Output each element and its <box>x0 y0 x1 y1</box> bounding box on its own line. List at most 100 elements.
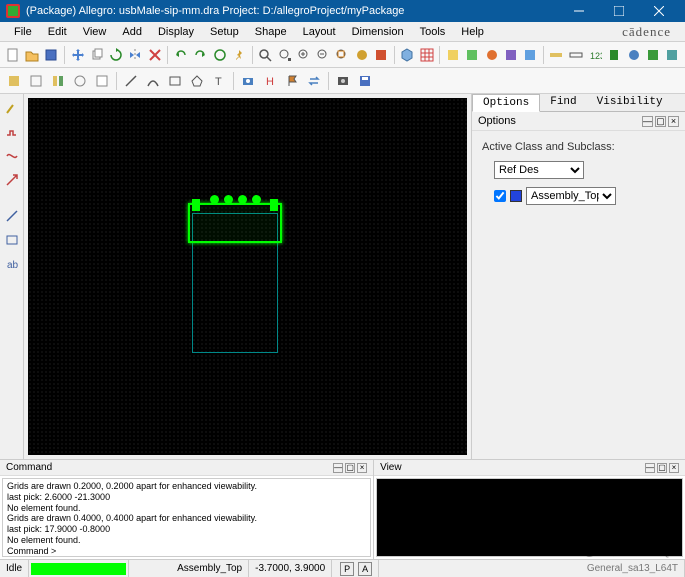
active-class-label: Active Class and Subclass: <box>482 141 675 153</box>
slide-icon[interactable] <box>2 146 22 166</box>
right-panel: Options Find Visibility Options — ▢ × Ac… <box>471 94 685 459</box>
prop-icon[interactable] <box>92 71 112 91</box>
subclass-select[interactable]: Assembly_Top <box>526 187 616 205</box>
menu-setup[interactable]: Setup <box>202 24 247 40</box>
pad-icon[interactable] <box>606 45 623 65</box>
arc-icon[interactable] <box>143 71 163 91</box>
mirror-icon[interactable] <box>127 45 144 65</box>
copy-icon[interactable] <box>88 45 105 65</box>
minimize-button[interactable] <box>559 0 599 22</box>
view-close-icon[interactable]: × <box>669 463 679 473</box>
tab-options[interactable]: Options <box>472 94 540 112</box>
swap-icon[interactable] <box>304 71 324 91</box>
pin-icon[interactable] <box>230 45 247 65</box>
pick-a-button[interactable]: A <box>358 562 372 576</box>
zoom-window-icon[interactable] <box>334 45 351 65</box>
addline-icon[interactable] <box>2 98 22 118</box>
save-icon[interactable] <box>43 45 60 65</box>
maximize-button[interactable] <box>599 0 639 22</box>
constraints-icon[interactable] <box>444 45 461 65</box>
menu-dimension[interactable]: Dimension <box>344 24 412 40</box>
redo-icon[interactable] <box>192 45 209 65</box>
rotate-icon[interactable] <box>108 45 125 65</box>
view-minimize-icon[interactable]: — <box>645 463 655 473</box>
zoom-in-icon[interactable] <box>295 45 312 65</box>
camera-icon[interactable] <box>238 71 258 91</box>
zoom-out-icon[interactable] <box>315 45 332 65</box>
new-file-icon[interactable] <box>4 45 21 65</box>
photo-icon[interactable] <box>333 71 353 91</box>
snap-icon[interactable] <box>4 71 24 91</box>
arrow-icon[interactable] <box>2 170 22 190</box>
command-log[interactable]: Grids are drawn 0.2000, 0.2000 apart for… <box>2 478 371 557</box>
subclass-visible-checkbox[interactable] <box>494 190 506 202</box>
right-tabs: Options Find Visibility <box>472 94 685 112</box>
tab-find[interactable]: Find <box>540 94 586 111</box>
line-icon[interactable] <box>121 71 141 91</box>
menu-view[interactable]: View <box>75 24 115 40</box>
tab-visibility[interactable]: Visibility <box>587 94 673 111</box>
nets-icon[interactable] <box>464 45 481 65</box>
cmd-close-icon[interactable]: × <box>357 463 367 473</box>
refresh-icon[interactable] <box>211 45 228 65</box>
select-icon[interactable] <box>664 45 681 65</box>
via-icon[interactable]: 123 <box>586 45 603 65</box>
world-view[interactable] <box>376 478 683 557</box>
toolbar-2: T H <box>0 68 685 94</box>
pan-icon[interactable] <box>353 45 370 65</box>
drc-icon[interactable] <box>502 45 519 65</box>
class-select[interactable]: Ref Des <box>494 161 584 179</box>
grid-icon[interactable] <box>418 45 435 65</box>
move-icon[interactable] <box>69 45 86 65</box>
search-icon[interactable] <box>257 45 274 65</box>
rect-icon[interactable] <box>165 71 185 91</box>
addconnect-icon[interactable] <box>2 122 22 142</box>
panel-dock-icon[interactable]: ▢ <box>655 116 666 127</box>
stackup-icon[interactable] <box>625 45 642 65</box>
h-icon[interactable]: H <box>260 71 280 91</box>
cmd-dock-icon[interactable]: ▢ <box>345 463 355 473</box>
text-icon[interactable]: T <box>209 71 229 91</box>
design-canvas[interactable] <box>28 98 467 455</box>
recttool-icon[interactable] <box>2 230 22 250</box>
menu-shape[interactable]: Shape <box>247 24 295 40</box>
menu-tools[interactable]: Tools <box>412 24 454 40</box>
pick-p-button[interactable]: P <box>340 562 354 576</box>
options-body: Active Class and Subclass: Ref Des Assem… <box>472 131 685 459</box>
lineseg-icon[interactable] <box>2 206 22 226</box>
undo-icon[interactable] <box>172 45 189 65</box>
svg-text:ab: ab <box>7 260 19 271</box>
menu-edit[interactable]: Edit <box>40 24 75 40</box>
subclass-color-swatch[interactable] <box>510 190 522 202</box>
measure-icon[interactable] <box>548 45 565 65</box>
zoom-fit-icon[interactable] <box>276 45 293 65</box>
tool-icon[interactable] <box>522 45 539 65</box>
menu-display[interactable]: Display <box>150 24 202 40</box>
menu-layout[interactable]: Layout <box>295 24 344 40</box>
panel-minimize-icon[interactable]: — <box>642 116 653 127</box>
menu-help[interactable]: Help <box>453 24 492 40</box>
open-file-icon[interactable] <box>23 45 40 65</box>
space-icon[interactable] <box>70 71 90 91</box>
delete-icon[interactable] <box>146 45 163 65</box>
menu-add[interactable]: Add <box>114 24 150 40</box>
cmd-minimize-icon[interactable]: — <box>333 463 343 473</box>
disk-icon[interactable] <box>355 71 375 91</box>
grid2-icon[interactable] <box>26 71 46 91</box>
poly-icon[interactable] <box>187 71 207 91</box>
3d-view-icon[interactable] <box>399 45 416 65</box>
panel-close-icon[interactable]: × <box>668 116 679 127</box>
view-dock-icon[interactable]: ▢ <box>657 463 667 473</box>
command-pane: Command — ▢ × Grids are drawn 0.2000, 0.… <box>0 460 374 559</box>
shapes-icon[interactable] <box>483 45 500 65</box>
pin-4 <box>252 195 261 204</box>
close-button[interactable] <box>639 0 679 22</box>
layers-icon[interactable] <box>372 45 389 65</box>
status-coords: -3.7000, 3.9000 <box>249 560 332 577</box>
labeltool-icon[interactable]: ab <box>2 254 22 274</box>
align-icon[interactable] <box>48 71 68 91</box>
report-icon[interactable] <box>644 45 661 65</box>
ruler-icon[interactable] <box>567 45 584 65</box>
menu-file[interactable]: File <box>6 24 40 40</box>
flag-icon[interactable] <box>282 71 302 91</box>
